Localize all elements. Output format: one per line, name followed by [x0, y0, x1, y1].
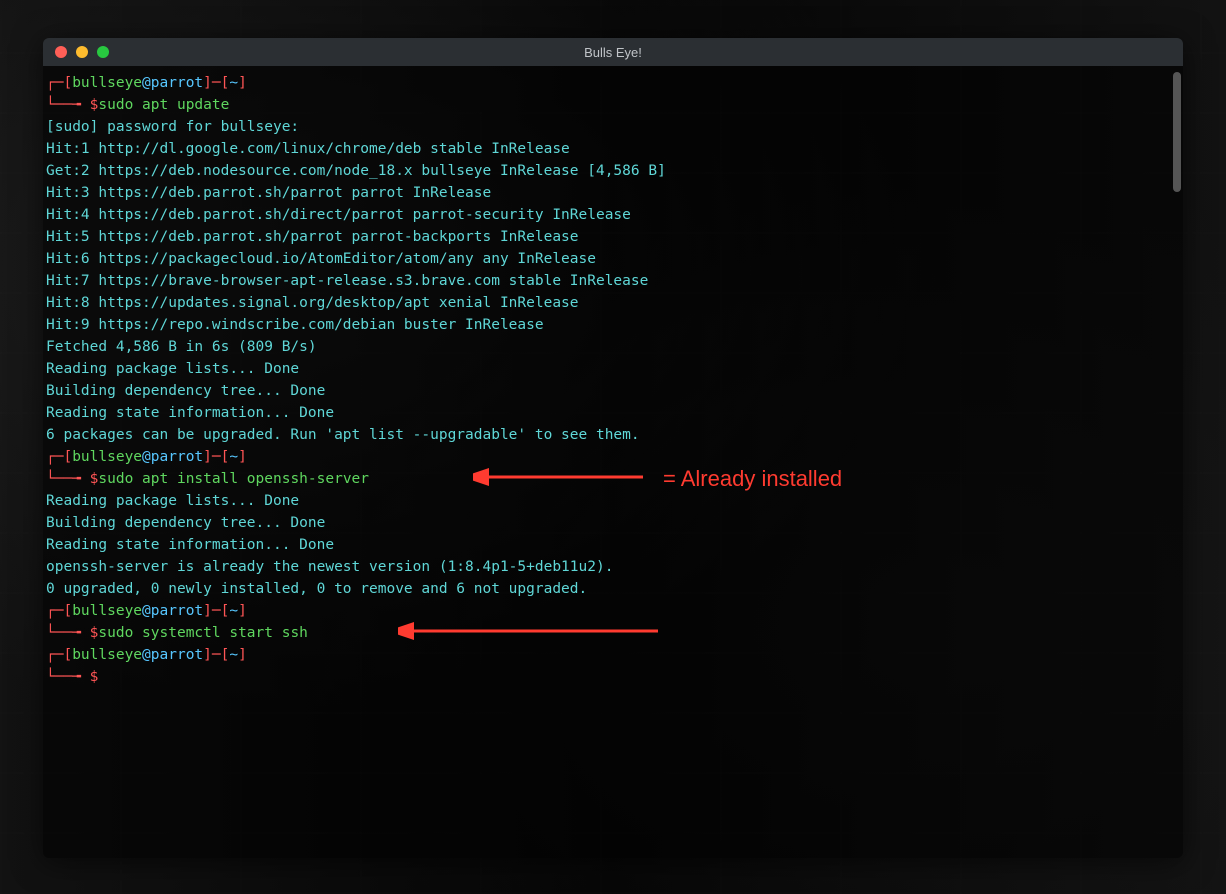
terminal-window: Bulls Eye! ┌─[bullseye@parrot]─[~] └──╼ …: [43, 38, 1183, 858]
traffic-lights: [43, 46, 109, 58]
close-icon[interactable]: [55, 46, 67, 58]
annotation-text: = Already installed: [663, 466, 842, 492]
window-title: Bulls Eye!: [43, 45, 1183, 60]
terminal-body[interactable]: ┌─[bullseye@parrot]─[~] └──╼ $sudo apt u…: [43, 66, 1183, 858]
minimize-icon[interactable]: [76, 46, 88, 58]
maximize-icon[interactable]: [97, 46, 109, 58]
scrollbar[interactable]: [1173, 72, 1181, 192]
titlebar[interactable]: Bulls Eye!: [43, 38, 1183, 66]
terminal-output[interactable]: ┌─[bullseye@parrot]─[~] └──╼ $sudo apt u…: [46, 72, 1180, 688]
